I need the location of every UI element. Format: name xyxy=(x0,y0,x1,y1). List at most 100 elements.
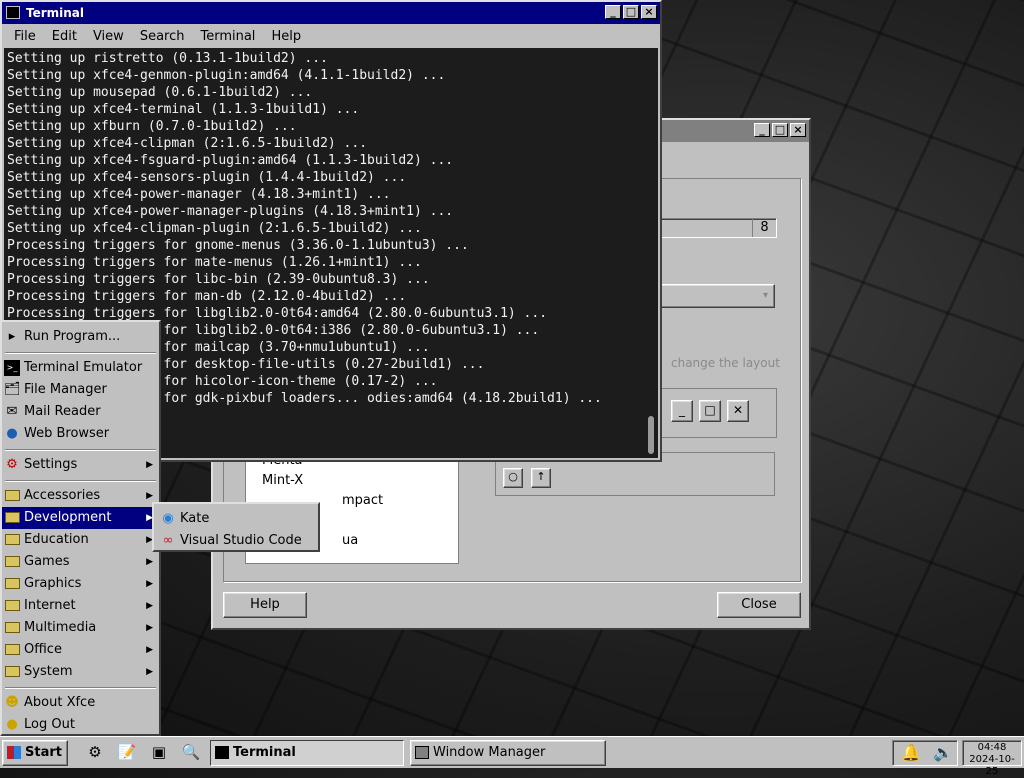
globe-icon: ● xyxy=(6,426,18,441)
menu-file[interactable]: File xyxy=(6,29,44,44)
layout-minimize-icon[interactable]: _ xyxy=(671,400,693,422)
terminal-line: Setting up xfburn (0.7.0-1build2) ... xyxy=(7,119,297,134)
taskbar: Start ⚙ 📝 ▣ 🔍 Terminal Window Manager 🔔 … xyxy=(0,736,1024,777)
shade-icon[interactable]: ○ xyxy=(503,468,523,488)
notes-launcher-icon[interactable]: 📝 xyxy=(114,741,140,765)
menu-label: Accessories xyxy=(24,488,101,503)
submenu-arrow-icon: ▶ xyxy=(146,460,153,470)
start-logo-icon xyxy=(7,746,21,759)
title-font-combo[interactable]: ▾ xyxy=(653,284,775,308)
menu-item-log-out[interactable]: ● Log Out xyxy=(2,714,159,736)
menu-label: File Manager xyxy=(24,382,107,397)
terminal-line: Processing triggers for gnome-menus (3.3… xyxy=(7,238,469,253)
submenu-arrow-icon: ▶ xyxy=(146,645,153,655)
maximize-icon[interactable]: □ xyxy=(623,5,639,19)
menu-label: Terminal Emulator xyxy=(24,360,143,375)
theme-item[interactable]: ua xyxy=(342,533,358,548)
menu-label: Education xyxy=(24,532,89,547)
menu-item-settings[interactable]: ⚙ Settings ▶ xyxy=(2,454,159,476)
menu-item-mail-reader[interactable]: ✉ Mail Reader xyxy=(2,401,159,423)
maximize-icon[interactable]: □ xyxy=(772,123,788,137)
terminal-line: Setting up xfce4-fsguard-plugin:amd64 (1… xyxy=(7,153,454,168)
clock[interactable]: 04:48 2024-10-25 xyxy=(962,740,1022,777)
folder-icon xyxy=(4,554,20,570)
start-label: Start xyxy=(25,745,62,760)
close-icon[interactable]: × xyxy=(641,5,657,19)
menu-item-about-xfce[interactable]: ☻ About Xfce xyxy=(2,692,159,714)
submenu-arrow-icon: ▶ xyxy=(146,579,153,589)
terminal-line: Setting up xfce4-genmon-plugin:amd64 (4.… xyxy=(7,68,446,83)
minimize-icon[interactable]: _ xyxy=(605,5,621,19)
notification-bell-icon[interactable]: 🔔 xyxy=(901,743,921,762)
settings-launcher-icon[interactable]: ⚙ xyxy=(82,741,108,765)
folder-icon xyxy=(4,488,20,504)
development-submenu: ◉ Kate ∞ Visual Studio Code xyxy=(152,502,320,552)
submenu-arrow-icon: ▶ xyxy=(146,601,153,611)
menu-item-file-manager[interactable]: 🗂 File Manager xyxy=(2,379,159,401)
menu-terminal[interactable]: Terminal xyxy=(192,29,263,44)
menu-edit[interactable]: Edit xyxy=(44,29,85,44)
layout-close-icon[interactable]: ✕ xyxy=(727,400,749,422)
menu-item-education[interactable]: Education ▶ xyxy=(2,529,159,551)
menu-label: Internet xyxy=(24,598,76,613)
mail-icon: ✉ xyxy=(6,404,18,419)
menu-item-office[interactable]: Office ▶ xyxy=(2,639,159,661)
stick-icon[interactable]: ↑ xyxy=(531,468,551,488)
terminal-line: Processing triggers for libc-bin (2.39-0… xyxy=(7,272,430,287)
menu-label: Development xyxy=(24,510,112,525)
menu-item-run-program[interactable]: ▸ Run Program... xyxy=(2,326,159,348)
menu-view[interactable]: View xyxy=(85,29,132,44)
menu-item-development[interactable]: Development ▶ xyxy=(2,507,159,529)
terminal-titlebar[interactable]: Terminal _ □ × xyxy=(2,2,660,24)
menu-item-visual-studio-code[interactable]: ∞ Visual Studio Code xyxy=(154,530,318,552)
menu-search[interactable]: Search xyxy=(132,29,193,44)
menu-label: Kate xyxy=(180,511,210,526)
task-window-manager[interactable]: Window Manager xyxy=(410,740,606,766)
run-icon: ▸ xyxy=(8,329,16,344)
menu-item-multimedia[interactable]: Multimedia ▶ xyxy=(2,617,159,639)
menu-item-system[interactable]: System ▶ xyxy=(2,661,159,683)
menu-item-games[interactable]: Games ▶ xyxy=(2,551,159,573)
folder-icon xyxy=(4,598,20,614)
layout-maximize-icon[interactable]: □ xyxy=(699,400,721,422)
folder-icon xyxy=(4,620,20,636)
folder-icon xyxy=(4,642,20,658)
terminal-line: Setting up xfce4-sensors-plugin (1.4.4-1… xyxy=(7,170,407,185)
menu-label: Mail Reader xyxy=(24,404,101,419)
workspace-spinner[interactable]: 8 xyxy=(653,218,777,238)
menu-label: Web Browser xyxy=(24,426,110,441)
menu-help[interactable]: Help xyxy=(263,29,309,44)
menu-item-terminal-emulator[interactable]: >_ Terminal Emulator xyxy=(2,357,159,379)
menu-label: Office xyxy=(24,642,62,657)
task-terminal[interactable]: Terminal xyxy=(210,740,404,766)
terminal-scrollbar[interactable] xyxy=(646,48,656,458)
close-button[interactable]: Close xyxy=(717,592,801,618)
window-manager-icon xyxy=(415,746,429,759)
menu-item-internet[interactable]: Internet ▶ xyxy=(2,595,159,617)
submenu-arrow-icon: ▶ xyxy=(146,557,153,567)
terminal-line: Processing triggers for libglib2.0-0t64:… xyxy=(7,306,548,321)
minimize-icon[interactable]: _ xyxy=(754,123,770,137)
search-launcher-icon[interactable]: 🔍 xyxy=(178,741,204,765)
menu-label: Multimedia xyxy=(24,620,97,635)
system-tray: 🔔 🔈 xyxy=(892,740,958,766)
terminal-line: Setting up xfce4-power-manager (4.18.3+m… xyxy=(7,187,391,202)
terminal-line: Setting up mousepad (0.6.1-1build2) ... xyxy=(7,85,313,100)
theme-item[interactable]: mpact xyxy=(342,493,383,508)
menu-item-kate[interactable]: ◉ Kate xyxy=(154,508,318,530)
menu-label: Log Out xyxy=(24,717,75,732)
window-launcher-icon[interactable]: ▣ xyxy=(146,741,172,765)
menu-item-accessories[interactable]: Accessories ▶ xyxy=(2,485,159,507)
volume-icon[interactable]: 🔈 xyxy=(933,743,953,762)
clock-date: 2024-10-25 xyxy=(969,754,1015,777)
menu-item-web-browser[interactable]: ● Web Browser xyxy=(2,423,159,445)
scroll-thumb[interactable] xyxy=(648,416,654,454)
menu-item-graphics[interactable]: Graphics ▶ xyxy=(2,573,159,595)
help-button[interactable]: Help xyxy=(223,592,307,618)
start-button[interactable]: Start xyxy=(2,740,68,766)
terminal-line: Processing triggers for mate-menus (1.26… xyxy=(7,255,422,270)
theme-item[interactable]: Mint-X xyxy=(262,473,303,488)
close-icon[interactable]: × xyxy=(790,123,806,137)
submenu-arrow-icon: ▶ xyxy=(146,667,153,677)
menu-label: Visual Studio Code xyxy=(180,533,302,548)
